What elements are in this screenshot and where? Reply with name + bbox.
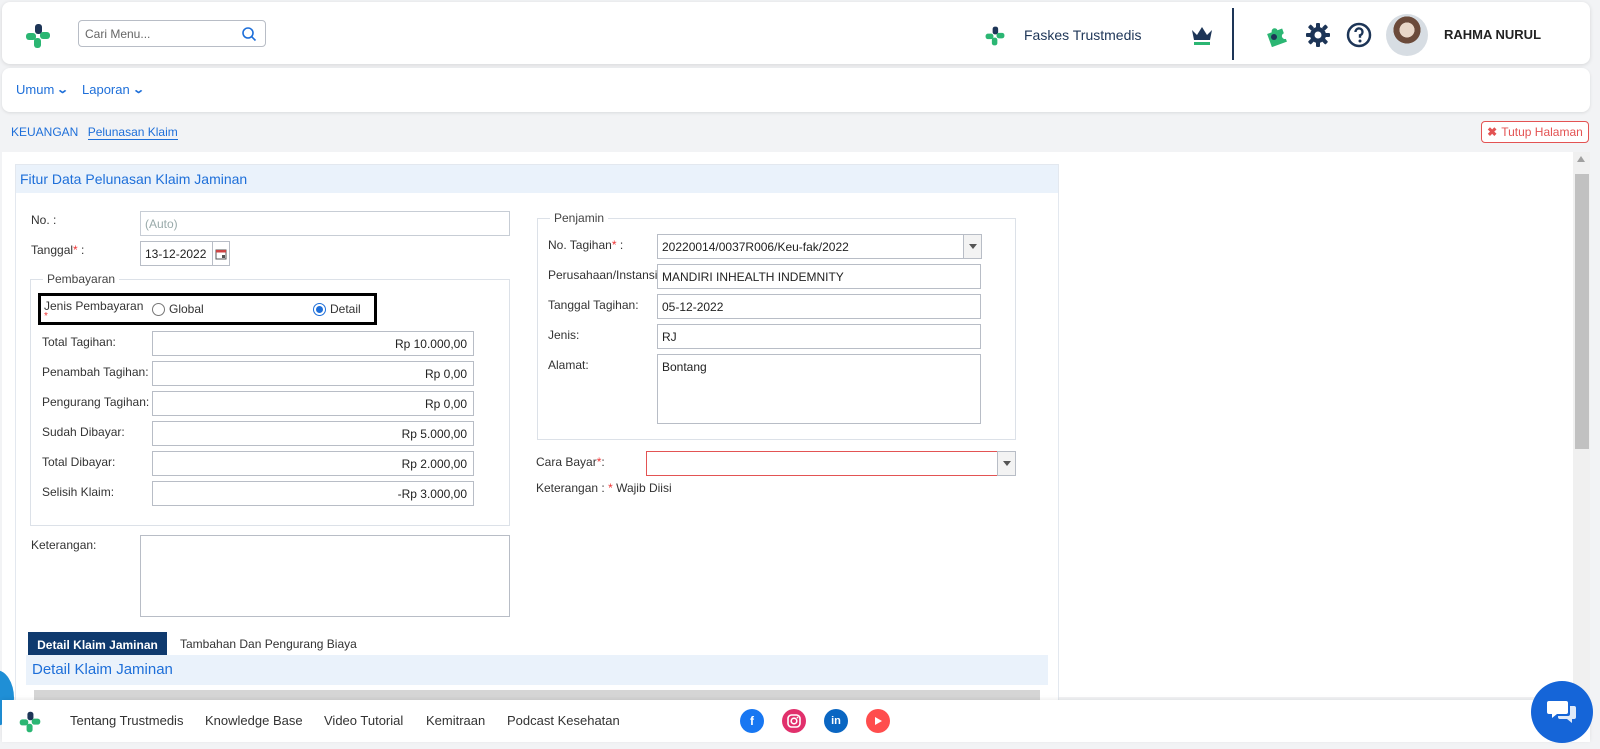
close-icon: ✖ xyxy=(1487,125,1498,139)
tanggal-tagihan-field[interactable]: 05-12-2022 xyxy=(657,294,981,319)
vertical-scrollbar[interactable] xyxy=(1573,152,1590,697)
youtube-icon[interactable] xyxy=(866,709,890,733)
alamat-label: Alamat: xyxy=(548,358,589,372)
pengurang-tagihan-field[interactable]: Rp 0,00 xyxy=(152,391,474,416)
no-tagihan-dropdown-button[interactable] xyxy=(963,234,982,259)
footer-link-podcast[interactable]: Podcast Kesehatan xyxy=(507,713,620,728)
linkedin-icon[interactable]: in xyxy=(824,709,848,733)
close-page-button[interactable]: ✖ Tutup Halaman xyxy=(1481,121,1589,143)
search-menu-input[interactable] xyxy=(79,21,229,46)
no-tagihan-label: No. Tagihan* : xyxy=(548,238,624,252)
radio-global-dot[interactable] xyxy=(152,302,165,316)
perusahaan-label: Perusahaan/Instansi: xyxy=(548,268,661,282)
header-divider xyxy=(1232,8,1234,60)
total-dibayar-field[interactable]: Rp 2.000,00 xyxy=(152,451,474,476)
tanggal-field[interactable]: 13-12-2022 xyxy=(140,241,213,266)
close-page-label: Tutup Halaman xyxy=(1501,125,1583,139)
instagram-icon[interactable] xyxy=(782,709,806,733)
footer-link-tentang[interactable]: Tentang Trustmedis xyxy=(70,713,183,728)
breadcrumb-root[interactable]: KEUANGAN xyxy=(11,125,78,139)
search-menu-box xyxy=(78,20,266,47)
pembayaran-legend: Pembayaran xyxy=(47,272,116,286)
footer: Tentang Trustmedis Knowledge Base Video … xyxy=(2,700,1590,742)
jenis-field[interactable]: RJ xyxy=(657,324,981,349)
jenis-pembayaran-required: * xyxy=(44,311,48,322)
detail-klaim-subpanel: Detail Klaim Jaminan xyxy=(26,655,1048,685)
total-tagihan-label: Total Tagihan: xyxy=(42,335,116,349)
required-note: Keterangan : * Wajib Diisi xyxy=(536,481,672,495)
faskes-name: Faskes Trustmedis xyxy=(1024,27,1142,43)
top-header: Faskes Trustmedis RAHMA NURUL xyxy=(2,2,1590,64)
jenis-pembayaran-highlight: Jenis Pembayaran * Global Detail xyxy=(38,293,377,325)
menu-laporan-label: Laporan xyxy=(82,82,130,97)
chevron-down-icon: ⌄ xyxy=(56,84,70,96)
no-label: No. : xyxy=(31,213,57,227)
table-toolbar-strip xyxy=(34,690,1040,700)
sudah-dibayar-label: Sudah Dibayar: xyxy=(42,425,125,439)
perusahaan-field[interactable]: MANDIRI INHEALTH INDEMNITY xyxy=(657,264,981,289)
cara-bayar-dropdown-button[interactable] xyxy=(997,451,1016,476)
subpanel-title: Detail Klaim Jaminan xyxy=(32,661,173,678)
total-dibayar-label: Total Dibayar: xyxy=(42,455,116,469)
user-name[interactable]: RAHMA NURUL xyxy=(1444,27,1541,42)
facebook-icon[interactable]: f xyxy=(740,709,764,733)
radio-detail-dot[interactable] xyxy=(313,302,326,316)
footer-link-knowledge-base[interactable]: Knowledge Base xyxy=(205,713,303,728)
help-icon[interactable] xyxy=(1346,22,1372,48)
menu-umum-label: Umum xyxy=(16,82,55,97)
trustmedis-footer-logo-icon xyxy=(19,711,41,733)
radio-global[interactable]: Global xyxy=(152,302,204,316)
radio-global-label: Global xyxy=(169,302,204,316)
total-tagihan-field[interactable]: Rp 10.000,00 xyxy=(152,331,474,356)
breadcrumb-current[interactable]: Pelunasan Klaim xyxy=(87,125,178,140)
keterangan-label: Keterangan: xyxy=(31,538,97,552)
chat-icon xyxy=(1547,701,1576,723)
selisih-klaim-label: Selisih Klaim: xyxy=(42,485,115,499)
footer-link-video-tutorial[interactable]: Video Tutorial xyxy=(324,713,403,728)
radio-detail[interactable]: Detail xyxy=(313,302,361,316)
chevron-down-icon xyxy=(1002,461,1011,466)
tab-tambahan-pengurang-biaya[interactable]: Tambahan Dan Pengurang Biaya xyxy=(180,637,357,651)
penambah-tagihan-field[interactable]: Rp 0,00 xyxy=(152,361,474,386)
penjamin-legend: Penjamin xyxy=(554,211,605,225)
chat-button[interactable] xyxy=(1531,681,1593,743)
no-field[interactable]: (Auto) xyxy=(140,211,510,236)
pengurang-tagihan-label: Pengurang Tagihan: xyxy=(42,395,150,409)
gear-icon[interactable] xyxy=(1305,22,1331,48)
tanggal-label: Tanggal* : xyxy=(31,243,85,257)
calendar-icon[interactable] xyxy=(212,241,230,266)
penambah-tagihan-label: Penambah Tagihan: xyxy=(42,365,149,379)
radio-detail-label: Detail xyxy=(330,302,361,316)
scroll-thumb[interactable] xyxy=(1575,174,1589,449)
chevron-down-icon xyxy=(968,244,977,249)
selisih-klaim-field[interactable]: -Rp 3.000,00 xyxy=(152,481,474,506)
cara-bayar-label: Cara Bayar*: xyxy=(536,455,605,469)
keterangan-textarea[interactable] xyxy=(140,535,510,617)
crown-icon[interactable] xyxy=(1190,24,1214,46)
tanggal-tagihan-label: Tanggal Tagihan: xyxy=(548,298,639,312)
chevron-down-icon: ⌄ xyxy=(131,84,145,96)
menu-umum[interactable]: Umum ⌄ xyxy=(16,82,70,97)
breadcrumb: KEUANGAN Pelunasan Klaim xyxy=(11,125,178,140)
menu-laporan[interactable]: Laporan ⌄ xyxy=(82,82,145,97)
trustmedis-logo-icon[interactable] xyxy=(24,22,52,50)
no-tagihan-select[interactable]: 20220014/0037R006/Keu-fak/2022 xyxy=(657,234,965,259)
scroll-up-icon[interactable] xyxy=(1577,156,1585,162)
faskes-logo-icon xyxy=(985,26,1005,46)
cara-bayar-select[interactable] xyxy=(646,451,999,476)
menu-bar: Umum ⌄ Laporan ⌄ xyxy=(2,68,1590,112)
jenis-pembayaran-label: Jenis Pembayaran xyxy=(44,299,144,313)
footer-link-kemitraan[interactable]: Kemitraan xyxy=(426,713,485,728)
search-icon[interactable] xyxy=(241,26,257,42)
sudah-dibayar-field[interactable]: Rp 5.000,00 xyxy=(152,421,474,446)
alamat-field[interactable]: Bontang xyxy=(657,354,981,424)
tab-detail-klaim-jaminan[interactable]: Detail Klaim Jaminan xyxy=(28,632,167,657)
puzzle-icon[interactable] xyxy=(1264,23,1288,47)
panel-title: Fitur Data Pelunasan Klaim Jaminan xyxy=(16,165,1058,193)
user-avatar[interactable] xyxy=(1386,14,1428,56)
jenis-label: Jenis: xyxy=(548,328,580,342)
